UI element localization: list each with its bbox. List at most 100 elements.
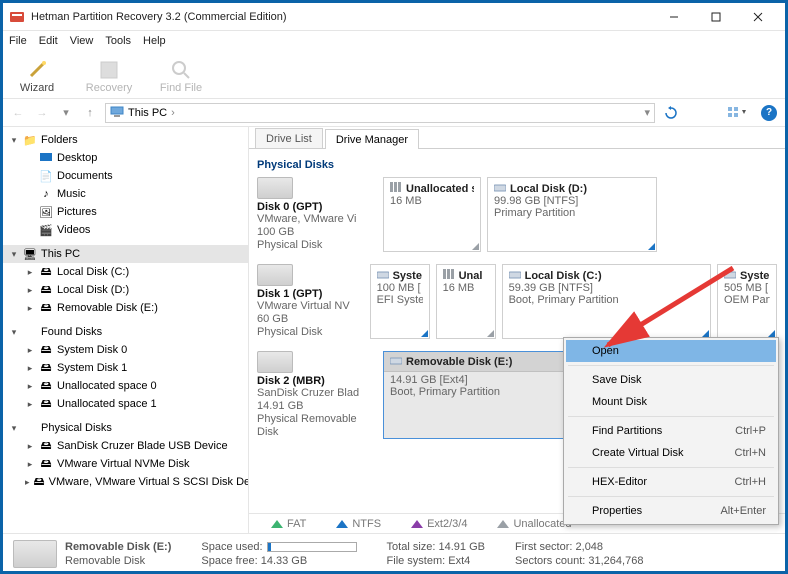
tree-system-disk-0[interactable]: ▸🖴System Disk 0 <box>3 341 248 359</box>
ctx-find-partitions[interactable]: Find PartitionsCtrl+P <box>566 420 776 442</box>
drive-icon: 🖴 <box>39 281 53 300</box>
view-mode-button[interactable] <box>723 103 753 123</box>
drive-icon: 🖴 <box>39 341 53 360</box>
disk-icon <box>257 264 293 286</box>
ctx-mount-disk[interactable]: Mount Disk <box>566 391 776 413</box>
partition-name: Unallocated spac <box>406 183 474 195</box>
drive-icon: 🖴 <box>39 263 53 282</box>
disk-icon <box>257 351 293 373</box>
nav-bar: ← → ▾ ↑ This PC › ▾ ? <box>3 99 785 127</box>
thispc-icon <box>110 104 124 121</box>
tab-drive-manager[interactable]: Drive Manager <box>325 129 419 149</box>
tree-vmware-scsi[interactable]: ▸🖴VMware, VMware Virtual S SCSI Disk Dev… <box>3 473 248 491</box>
thispc-icon: 🖥 <box>23 248 37 261</box>
search-icon <box>169 58 193 82</box>
partition-icon <box>509 269 521 282</box>
menu-file[interactable]: File <box>9 35 27 47</box>
ctx-save-disk[interactable]: Save Disk <box>566 369 776 391</box>
nav-forward: → <box>33 107 51 119</box>
disk-info[interactable]: Disk 2 (MBR)SanDisk Cruzer Blad14.91 GBP… <box>257 351 377 439</box>
tree-found-disks[interactable]: ▾ Found Disks <box>3 323 248 341</box>
partition[interactable]: Syster505 MB [OEM Part <box>717 264 777 339</box>
tree-local-disk-d[interactable]: ▸🖴Local Disk (D:) <box>3 281 248 299</box>
music-icon: ♪ <box>39 188 53 200</box>
refresh-button[interactable] <box>661 103 681 123</box>
partition[interactable]: Syste100 MB [EFI Syste <box>370 264 430 339</box>
tree-pictures[interactable]: ·🖼Pictures <box>3 203 248 221</box>
sidebar-tree[interactable]: ▾📁Folders ·Desktop ·📄Documents ·♪Music ·… <box>3 127 249 533</box>
space-used-bar <box>267 542 357 552</box>
drive-icon: 🖴 <box>39 437 53 456</box>
partition[interactable]: Local Disk (C:)59.39 GB [NTFS]Boot, Prim… <box>502 264 711 339</box>
nav-back: ← <box>9 107 27 119</box>
tree-music[interactable]: ·♪Music <box>3 185 248 203</box>
tree-unallocated-0[interactable]: ▸🖴Unallocated space 0 <box>3 377 248 395</box>
disk-icon <box>257 177 293 199</box>
menu-view[interactable]: View <box>70 35 94 47</box>
disk-title: Disk 2 (MBR) <box>257 375 377 387</box>
partition[interactable]: Local Disk (D:)99.98 GB [NTFS]Primary Pa… <box>487 177 657 252</box>
folder-icon: 📁 <box>23 134 37 147</box>
tree-folders[interactable]: ▾📁Folders <box>3 131 248 149</box>
nav-up[interactable]: ↑ <box>81 107 99 119</box>
partition-icon <box>494 182 506 195</box>
documents-icon: 📄 <box>39 170 53 183</box>
partition-icon <box>377 269 389 282</box>
drive-icon: 🖴 <box>39 395 53 414</box>
help-button[interactable]: ? <box>759 103 779 123</box>
tab-drive-list[interactable]: Drive List <box>255 128 323 148</box>
ctx-open[interactable]: Open <box>566 340 776 362</box>
partition[interactable]: Unallocated spac16 MB <box>383 177 481 252</box>
ctx-hex-editor[interactable]: HEX-EditorCtrl+H <box>566 471 776 493</box>
context-menu: Open Save Disk Mount Disk Find Partition… <box>563 337 779 525</box>
partition-name: Local Disk (D:) <box>510 183 587 195</box>
tree-removable-disk-e[interactable]: ▸🖴Removable Disk (E:) <box>3 299 248 317</box>
minimize-button[interactable] <box>653 3 695 30</box>
disk-row: Disk 1 (GPT)VMware Virtual NV60 GBPhysic… <box>257 264 777 339</box>
find-file-button: Find File <box>157 58 205 94</box>
wand-icon <box>25 58 49 82</box>
drive-icon: 🖴 <box>34 473 45 492</box>
tree-sandisk[interactable]: ▸🖴SanDisk Cruzer Blade USB Device <box>3 437 248 455</box>
disk-row: Disk 0 (GPT)VMware, VMware Vi100 GBPhysi… <box>257 177 777 252</box>
ctx-properties[interactable]: PropertiesAlt+Enter <box>566 500 776 522</box>
breadcrumb[interactable]: This PC › ▾ <box>105 103 655 123</box>
tree-desktop[interactable]: ·Desktop <box>3 149 248 167</box>
close-button[interactable] <box>737 3 779 30</box>
partition-icon <box>443 269 455 282</box>
ctx-create-virtual-disk[interactable]: Create Virtual DiskCtrl+N <box>566 442 776 464</box>
tree-videos[interactable]: ·🎬Videos <box>3 221 248 239</box>
partition-icon <box>390 355 402 368</box>
tree-vmware-nvme[interactable]: ▸🖴VMware Virtual NVMe Disk <box>3 455 248 473</box>
tree-unallocated-1[interactable]: ▸🖴Unallocated space 1 <box>3 395 248 413</box>
partition-name: Syster <box>740 270 770 282</box>
tabs: Drive List Drive Manager <box>249 127 785 149</box>
tree-documents[interactable]: ·📄Documents <box>3 167 248 185</box>
tree-system-disk-1[interactable]: ▸🖴System Disk 1 <box>3 359 248 377</box>
drive-icon: 🖴 <box>39 299 53 318</box>
menu-help[interactable]: Help <box>143 35 166 47</box>
nav-history[interactable]: ▾ <box>57 106 75 119</box>
desktop-icon <box>39 153 53 163</box>
partition[interactable]: Unal16 MB <box>436 264 496 339</box>
menu-tools[interactable]: Tools <box>105 35 131 47</box>
partition-name: Syste <box>393 270 422 282</box>
menu-edit[interactable]: Edit <box>39 35 58 47</box>
section-title: Physical Disks <box>257 159 777 171</box>
menu-bar: File Edit View Tools Help <box>3 31 785 51</box>
disk-info[interactable]: Disk 1 (GPT)VMware Virtual NV60 GBPhysic… <box>257 264 364 339</box>
chevron-down-icon[interactable]: ▾ <box>644 106 650 119</box>
disk-info[interactable]: Disk 0 (GPT)VMware, VMware Vi100 GBPhysi… <box>257 177 377 252</box>
title-bar: Hetman Partition Recovery 3.2 (Commercia… <box>3 3 785 31</box>
tree-physical-disks[interactable]: ▾ Physical Disks <box>3 419 248 437</box>
window-title: Hetman Partition Recovery 3.2 (Commercia… <box>31 11 653 23</box>
videos-icon: 🎬 <box>39 224 53 237</box>
wizard-button[interactable]: Wizard <box>13 58 61 94</box>
partition-icon <box>724 269 736 282</box>
maximize-button[interactable] <box>695 3 737 30</box>
recovery-button: Recovery <box>85 58 133 94</box>
tree-local-disk-c[interactable]: ▸🖴Local Disk (C:) <box>3 263 248 281</box>
partition-name: Local Disk (C:) <box>525 270 602 282</box>
tree-this-pc[interactable]: ▾🖥This PC <box>3 245 248 263</box>
toolbar: Wizard Recovery Find File <box>3 51 785 99</box>
